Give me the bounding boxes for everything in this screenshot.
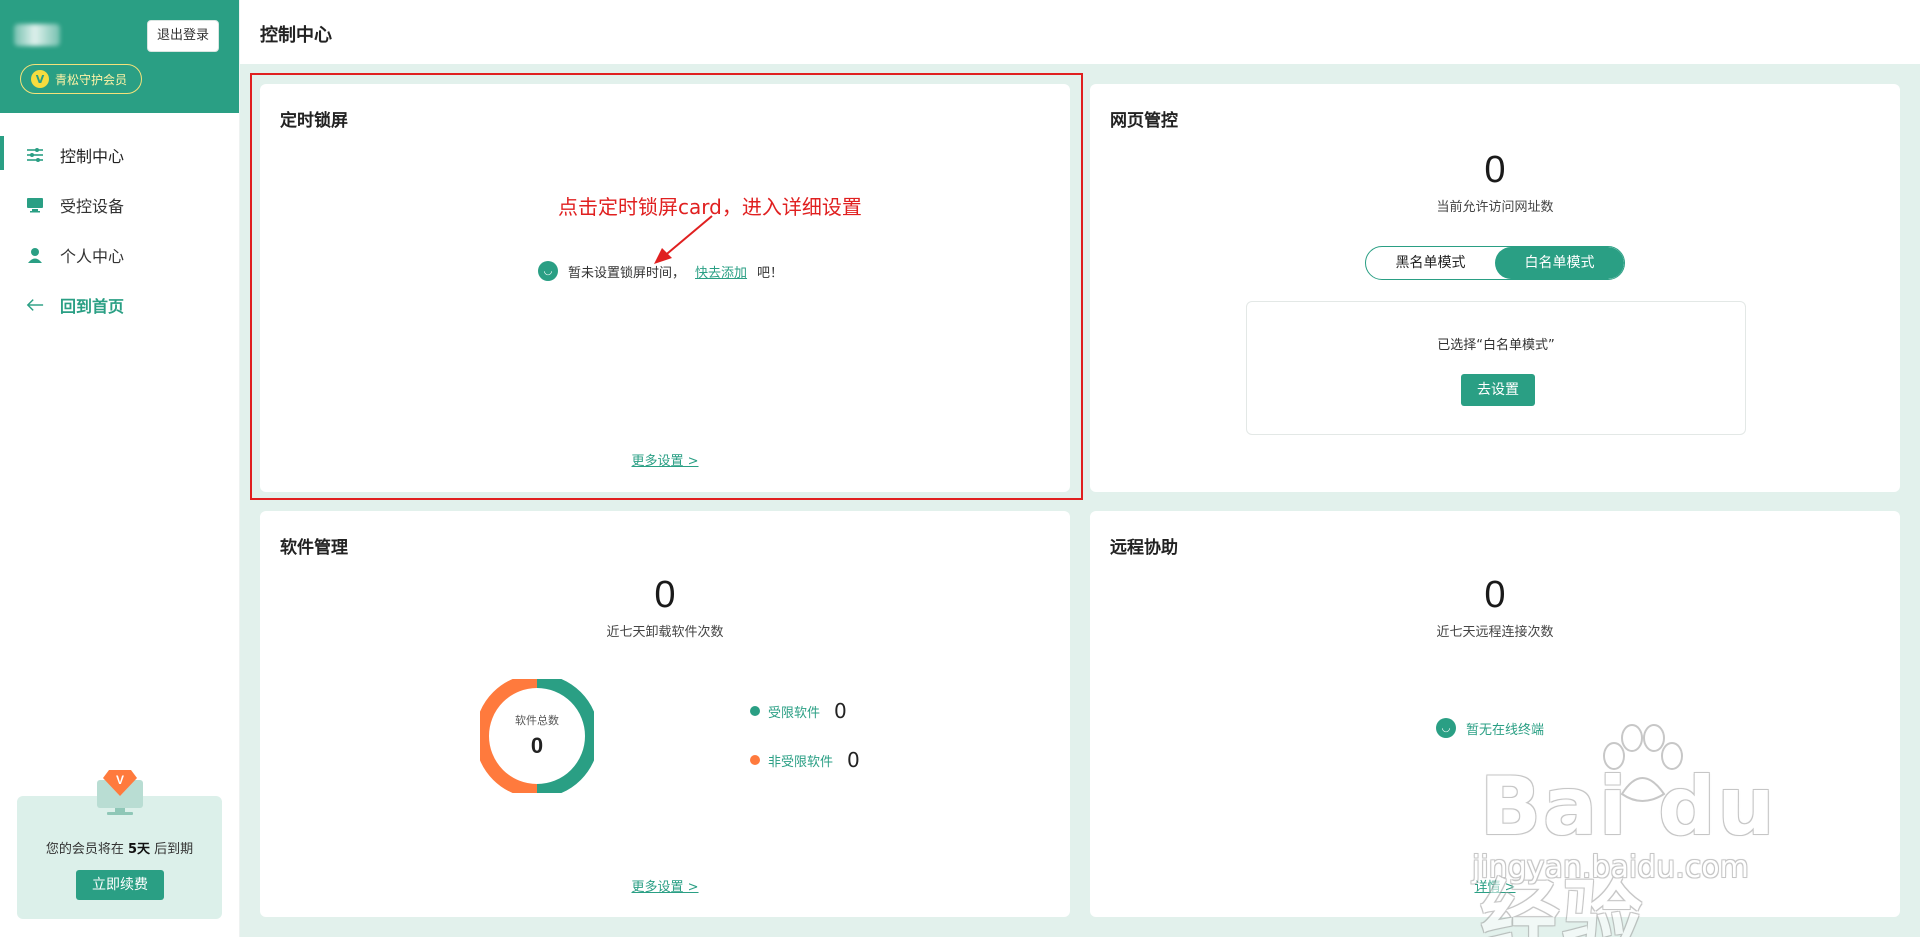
page-title: 控制中心 <box>260 25 332 46</box>
card-title: 软件管理 <box>280 538 348 558</box>
membership-expiry-box: V 您的会员将在 5天 后到期 立即续费 <box>17 770 222 919</box>
lock-screen-card[interactable]: 定时锁屏 更多设置 > <box>260 84 1070 492</box>
allowed-url-label: 当前允许访问网址数 <box>1436 200 1554 215</box>
allowed-url-count: 0 <box>1484 149 1506 191</box>
user-icon <box>26 246 44 264</box>
legend-dot-unlimited <box>750 755 760 765</box>
sidebar-item-label: 回到首页 <box>60 297 125 316</box>
membership-expiry-text: 您的会员将在 5天 后到期 <box>17 838 222 857</box>
sidebar-item-label: 受控设备 <box>60 197 125 216</box>
sidebar-item-label: 控制中心 <box>60 147 125 166</box>
expiry-prefix: 您的会员将在 <box>45 842 124 857</box>
monitor-icon <box>26 196 44 214</box>
legend-limited-label: 受限软件 <box>768 705 821 721</box>
vip-badge[interactable]: V 青松守护会员 <box>20 64 143 94</box>
logout-button[interactable]: 退出登录 <box>147 20 219 52</box>
go-settings-button[interactable]: 去设置 <box>1461 374 1535 406</box>
sidebar-item-label: 个人中心 <box>60 247 125 266</box>
empty-face-icon: ◡ <box>1436 718 1456 738</box>
selected-mode-box: 已选择“白名单模式” 去设置 <box>1246 301 1746 435</box>
remote-connect-count: 0 <box>1484 574 1506 616</box>
vip-monitor-illustration: V <box>97 770 143 815</box>
vip-label: 青松守护会员 <box>55 72 128 87</box>
arrow-left-icon <box>26 296 44 314</box>
top-bar: 控制中心 <box>240 0 1920 64</box>
uninstall-count: 0 <box>654 574 676 616</box>
remote-assist-card[interactable]: 远程协助 0 近七天远程连接次数 ◡ 暂无在线终端 详情 > <box>1090 511 1900 917</box>
no-online-text: 暂无在线终端 <box>1466 722 1545 738</box>
svg-text:V: V <box>116 773 124 787</box>
more-settings-link[interactable]: 更多设置 > <box>260 876 1070 895</box>
legend-unlimited-value: 0 <box>847 748 860 772</box>
web-control-card[interactable]: 网页管控 0 当前允许访问网址数 黑名单模式 白名单模式 已选择“白名单模式” … <box>1090 84 1900 492</box>
sidebar: 退出登录 V 青松守护会员 控制中心 受控设备 个人中心 回到首页 V 您的会员… <box>0 0 240 937</box>
legend-dot-limited <box>750 706 760 716</box>
more-settings-link[interactable]: 更多设置 > <box>260 450 1070 469</box>
sidebar-item-profile[interactable]: 个人中心 <box>0 230 240 280</box>
remote-connect-label: 近七天远程连接次数 <box>1436 625 1554 640</box>
card-title: 定时锁屏 <box>280 111 348 131</box>
sliders-icon <box>26 146 44 164</box>
expiry-days: 5天 <box>127 842 151 857</box>
sidebar-item-devices[interactable]: 受控设备 <box>0 180 240 230</box>
uninstall-count-label: 近七天卸载软件次数 <box>606 625 724 640</box>
no-online-terminal: ◡ 暂无在线终端 <box>1436 718 1544 738</box>
software-donut-chart: 软件总数 0 <box>480 679 594 793</box>
software-management-card[interactable]: 软件管理 0 近七天卸载软件次数 软件总数 0 受限软件 0 非受限软件 0 更… <box>260 511 1070 917</box>
donut-value: 0 <box>531 733 543 758</box>
whitelist-mode-option[interactable]: 白名单模式 <box>1495 247 1624 279</box>
card-title: 网页管控 <box>1110 111 1178 131</box>
vip-diamond-icon: V <box>31 70 49 88</box>
list-mode-toggle: 黑名单模式 白名单模式 <box>1365 246 1625 280</box>
sidebar-nav: 控制中心 受控设备 个人中心 回到首页 <box>0 130 240 330</box>
card-title: 远程协助 <box>1110 538 1178 558</box>
selected-mode-text: 已选择“白名单模式” <box>1437 338 1555 353</box>
legend-limited: 受限软件 0 <box>750 699 847 723</box>
username-blurred <box>14 24 60 46</box>
blacklist-mode-option[interactable]: 黑名单模式 <box>1366 247 1495 279</box>
donut-label: 软件总数 <box>515 713 559 727</box>
legend-unlimited-label: 非受限软件 <box>768 754 834 770</box>
renew-button[interactable]: 立即续费 <box>76 870 164 900</box>
annotation-arrow-icon <box>654 215 713 264</box>
sidebar-item-control-center[interactable]: 控制中心 <box>0 130 240 180</box>
expiry-suffix: 后到期 <box>154 842 194 857</box>
sidebar-item-home[interactable]: 回到首页 <box>0 280 240 330</box>
legend-limited-value: 0 <box>834 699 847 723</box>
details-link[interactable]: 详情 > <box>1090 876 1900 895</box>
legend-unlimited: 非受限软件 0 <box>750 748 860 772</box>
empty-face-icon: ◡ <box>538 261 558 281</box>
sidebar-header: 退出登录 V 青松守护会员 <box>0 0 239 113</box>
lock-empty-suffix: 吧！ <box>757 265 784 281</box>
